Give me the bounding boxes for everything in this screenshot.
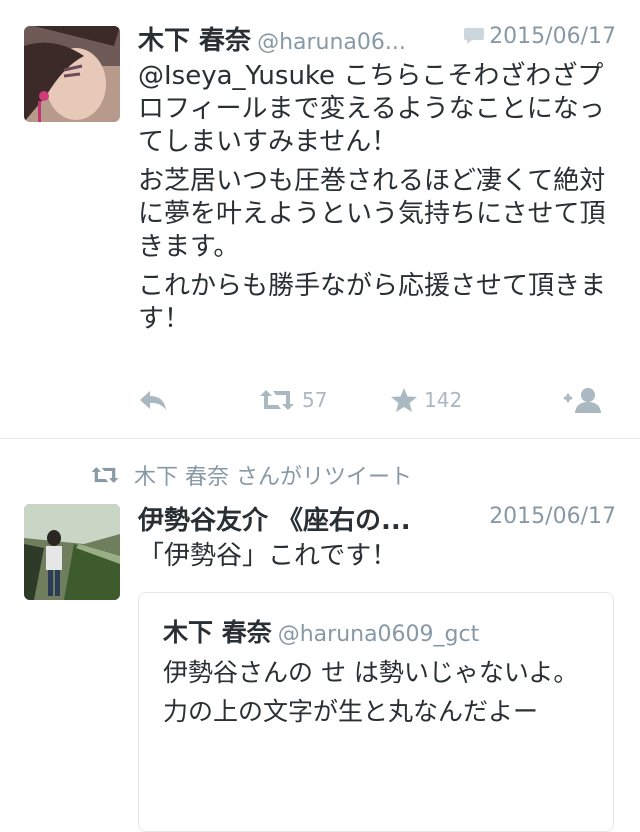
star-icon bbox=[391, 388, 417, 412]
retweet-button[interactable]: 57 bbox=[258, 380, 327, 420]
author-name[interactable]: 伊勢谷友介 《座右の... bbox=[138, 506, 411, 536]
tweet-text: @Iseya_Yusuke こちらこそわざわざプロフィールまで変えるようなことに… bbox=[138, 60, 618, 342]
reply-button[interactable] bbox=[138, 380, 168, 420]
tweet-text: 「伊勢谷」これです！ bbox=[138, 541, 398, 571]
date-text: 2015/06/17 bbox=[489, 24, 616, 49]
quoted-author-name: 木下 春奈 bbox=[163, 618, 272, 647]
favorite-button[interactable]: 142 bbox=[390, 380, 462, 420]
avatar[interactable] bbox=[24, 504, 120, 600]
tweet-paragraph: お芝居いつも圧巻されるほど凄くて絶対に夢を叶えようという気持ちにさせて頂きます。 bbox=[138, 166, 606, 262]
retweet-context-text[interactable]: 木下 春奈 さんがリツイート bbox=[134, 459, 412, 491]
tweet-paragraph: これからも勝手ながら応援させて頂きます！ bbox=[138, 271, 607, 334]
quoted-paragraph: 伊勢谷さんの せ は勢いじゃないよ。 bbox=[163, 658, 579, 687]
retweet-icon bbox=[91, 467, 119, 483]
avatar[interactable] bbox=[24, 26, 120, 122]
conversation-icon bbox=[464, 28, 485, 44]
quoted-tweet-text: 伊勢谷さんの せ は勢いじゃないよ。 力の上の文字が生と丸なんだよー bbox=[163, 655, 593, 733]
reply-icon bbox=[140, 391, 166, 410]
favorite-count: 142 bbox=[424, 388, 463, 412]
retweet-context: 木下 春奈 さんがリツイート bbox=[90, 460, 412, 490]
tweet[interactable]: 木下 春奈 @haruna06... 2015/06/17 @Iseya_Yusu… bbox=[0, 0, 640, 439]
tweet-date: 2015/06/17 bbox=[489, 504, 616, 529]
follow-button[interactable] bbox=[562, 380, 604, 420]
tweet-paragraph: @Iseya_Yusuke こちらこそわざわざプロフィールまで変えるようなことに… bbox=[138, 61, 605, 157]
tweet-actions: 57 142 bbox=[138, 380, 608, 420]
author-name[interactable]: 木下 春奈 bbox=[138, 26, 251, 56]
tweet-date: 2015/06/17 bbox=[463, 24, 616, 49]
author-handle[interactable]: @haruna06... bbox=[257, 30, 406, 55]
retweet-icon bbox=[260, 390, 294, 410]
quoted-tweet[interactable]: 木下 春奈 @haruna0609_gct 伊勢谷さんの せ は勢いじゃないよ。 … bbox=[138, 592, 614, 832]
retweet-count: 57 bbox=[302, 388, 328, 412]
quoted-paragraph: 力の上の文字が生と丸なんだよー bbox=[163, 697, 539, 726]
add-user-icon bbox=[564, 388, 601, 413]
quoted-author-handle: @haruna0609_gct bbox=[277, 622, 480, 647]
